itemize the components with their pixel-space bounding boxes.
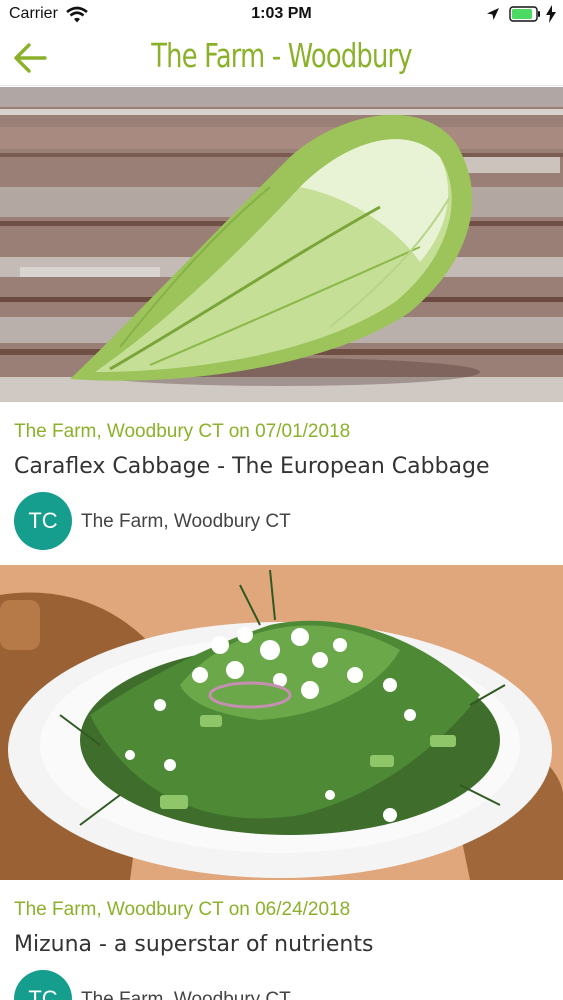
page-title: The Farm - Woodbury: [151, 36, 412, 75]
charging-bolt-icon: [546, 5, 556, 23]
post-date-meta: The Farm, Woodbury CT on 07/01/2018: [14, 421, 351, 442]
battery-icon: [509, 6, 540, 22]
navigation-bar: The Farm - Woodbury: [0, 30, 563, 86]
author-name[interactable]: The Farm, Woodbury CT: [81, 511, 291, 533]
author-name[interactable]: The Farm, Woodbury CT: [81, 989, 291, 1000]
status-bar: Carrier 1:03 PM: [0, 0, 563, 30]
mizuna-salad-photo[interactable]: [0, 565, 563, 880]
post-date-meta: The Farm, Woodbury CT on 06/24/2018: [14, 899, 351, 920]
cabbage-photo[interactable]: [0, 87, 563, 402]
location-arrow-icon: [487, 8, 499, 20]
arrow-left-icon: [14, 43, 47, 73]
avatar[interactable]: TC: [14, 492, 72, 550]
post-title[interactable]: Caraflex Cabbage - The European Cabbage: [14, 454, 490, 479]
post-card[interactable]: The Farm, Woodbury CT on 07/01/2018 Cara…: [0, 87, 563, 565]
clock-time: 1:03 PM: [251, 5, 312, 22]
back-button[interactable]: [12, 40, 50, 76]
post-card[interactable]: The Farm, Woodbury CT on 06/24/2018 Mizu…: [0, 565, 563, 1000]
post-title[interactable]: Mizuna - a superstar of nutrients: [14, 932, 373, 957]
post-feed[interactable]: The Farm, Woodbury CT on 07/01/2018 Cara…: [0, 87, 563, 1000]
avatar[interactable]: TC: [14, 970, 72, 1000]
